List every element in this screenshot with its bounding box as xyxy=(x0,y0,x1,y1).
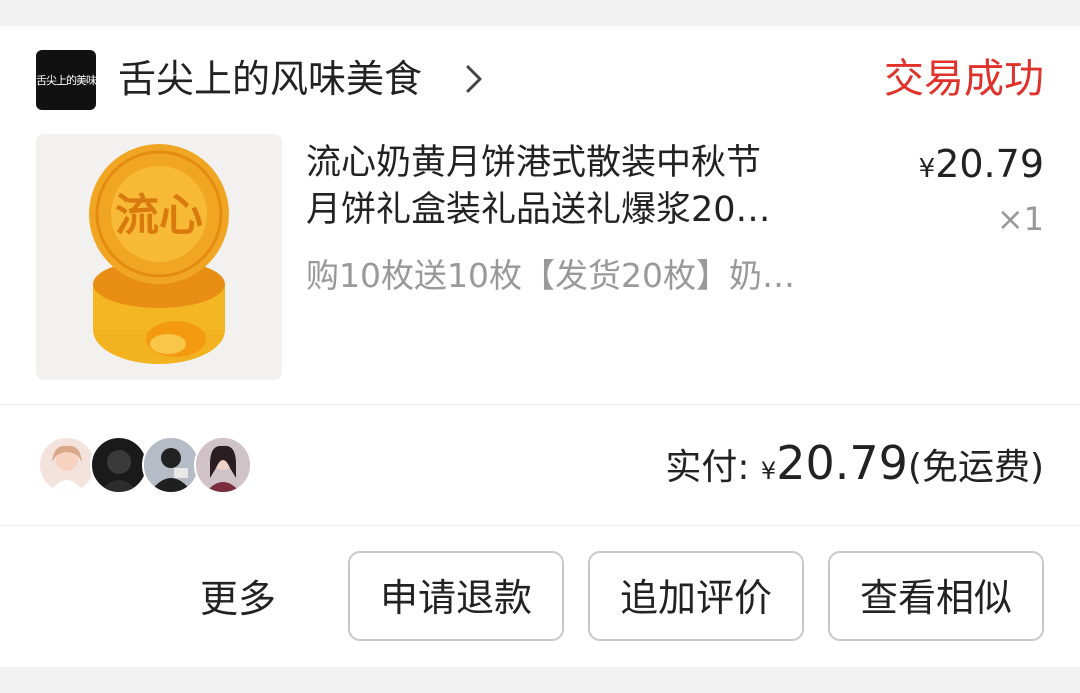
product-price: ¥20.79 xyxy=(919,140,1044,193)
shipping-note: (免运费) xyxy=(907,447,1044,488)
shop-logo-text: 舌尖上的美味 xyxy=(36,74,96,87)
refund-button[interactable]: 申请退款 xyxy=(348,551,564,641)
price-currency: ¥ xyxy=(918,154,936,184)
chevron-right-icon[interactable] xyxy=(464,64,484,94)
product-title[interactable]: 流心奶黄月饼港式散装中秋节 月饼礼盒装礼品送礼爆浆20… xyxy=(306,140,866,234)
price-value: 20.79 xyxy=(935,142,1044,186)
paid-amount: 实付: ¥20.79(免运费) xyxy=(665,438,1044,496)
avatar xyxy=(90,436,148,494)
mooncake-icon: 流心 xyxy=(36,134,282,380)
avatar xyxy=(194,436,252,494)
product-image[interactable]: 流心 xyxy=(36,134,282,380)
paid-label: 实付: xyxy=(665,447,750,488)
product-title-line1: 流心奶黄月饼港式散装中秋节 xyxy=(306,143,762,183)
buyer-avatars[interactable] xyxy=(38,436,258,494)
divider xyxy=(0,525,1080,526)
shop-header[interactable]: 舌尖上的美味 舌尖上的风味美食 交易成功 xyxy=(36,50,1044,110)
more-button[interactable]: 更多 xyxy=(200,575,276,623)
order-status: 交易成功 xyxy=(884,56,1044,102)
view-similar-button[interactable]: 查看相似 xyxy=(828,551,1044,641)
mooncake-stamp: 流心 xyxy=(115,190,203,241)
add-review-button[interactable]: 追加评价 xyxy=(588,551,804,641)
shop-logo[interactable]: 舌尖上的美味 xyxy=(36,50,96,110)
product-sku: 购10枚送10枚【发货20枚】奶… xyxy=(306,256,795,295)
avatar xyxy=(38,436,96,494)
order-card: 舌尖上的美味 舌尖上的风味美食 交易成功 流心 流心奶黄月饼港式散装中秋节 月饼… xyxy=(0,26,1080,667)
product-quantity: ×1 xyxy=(996,200,1044,238)
shop-name[interactable]: 舌尖上的风味美食 xyxy=(118,54,422,104)
product-title-line2: 月饼礼盒装礼品送礼爆浆20… xyxy=(306,190,771,230)
paid-value: 20.79 xyxy=(776,436,908,490)
paid-currency: ¥ xyxy=(760,457,777,485)
divider xyxy=(0,404,1080,405)
avatar xyxy=(142,436,200,494)
